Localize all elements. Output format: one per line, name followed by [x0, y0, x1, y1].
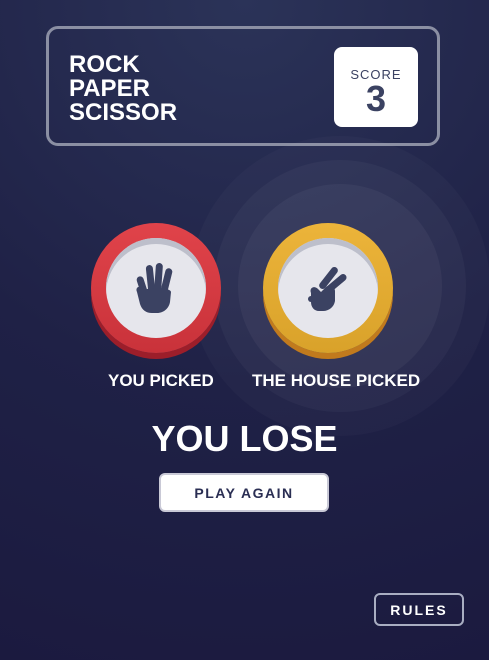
- player-pick-paper-token: [91, 223, 221, 353]
- house-pick-token-face: [278, 238, 378, 338]
- rules-button[interactable]: RULES: [374, 593, 464, 626]
- header-panel: ROCK PAPER SCISSOR SCORE 3: [46, 26, 440, 146]
- you-picked-label: YOU PICKED: [108, 371, 214, 390]
- house-picked-label: THE HOUSE PICKED: [252, 371, 421, 390]
- paper-hand-icon: [133, 262, 179, 314]
- score-value: 3: [365, 78, 387, 119]
- play-again-button[interactable]: PLAY AGAIN: [159, 473, 329, 512]
- score-box: SCORE 3: [334, 47, 418, 127]
- title-line-paper: PAPER: [69, 75, 150, 102]
- title-line-rock: ROCK: [69, 51, 140, 78]
- house-pick-scissors-token: [263, 223, 393, 353]
- player-pick-token-face: [106, 238, 206, 338]
- scissors-hand-icon: [305, 263, 351, 313]
- title-line-scissor: SCISSOR: [69, 99, 178, 126]
- result-text: YOU LOSE: [151, 418, 338, 459]
- game-title: ROCK PAPER SCISSOR: [69, 53, 177, 125]
